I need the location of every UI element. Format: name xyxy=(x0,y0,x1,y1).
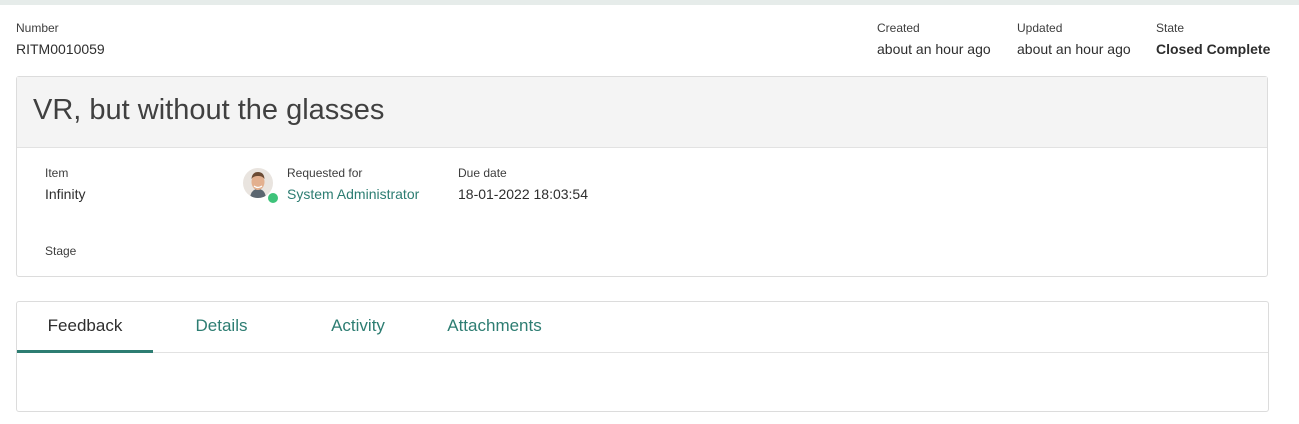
updated-label: Updated xyxy=(1017,21,1063,35)
tab-attachments[interactable]: Attachments xyxy=(426,302,563,352)
page-title: VR, but without the glasses xyxy=(33,94,385,126)
tab-feedback[interactable]: Feedback xyxy=(17,302,153,353)
card-header: VR, but without the glasses xyxy=(17,77,1267,148)
due-date-label: Due date xyxy=(458,166,507,180)
number-value: RITM0010059 xyxy=(16,41,105,57)
state-label: State xyxy=(1156,21,1185,35)
created-value: about an hour ago xyxy=(877,41,991,57)
due-date-value: 18-01-2022 18:03:54 xyxy=(458,186,588,202)
request-card: VR, but without the glasses Item Infinit… xyxy=(16,76,1268,277)
item-label: Item xyxy=(45,166,69,180)
tab-content xyxy=(17,353,1268,411)
stage-label: Stage xyxy=(45,244,77,258)
number-label: Number xyxy=(16,21,59,35)
created-label: Created xyxy=(877,21,920,35)
state-value: Closed Complete xyxy=(1156,41,1271,57)
tab-details[interactable]: Details xyxy=(153,302,290,352)
tab-bar: Feedback Details Activity Attachments xyxy=(17,302,1268,353)
requested-for-label: Requested for xyxy=(287,166,363,180)
updated-value: about an hour ago xyxy=(1017,41,1131,57)
tabs-panel: Feedback Details Activity Attachments xyxy=(16,301,1269,412)
top-strip xyxy=(0,0,1299,5)
presence-indicator xyxy=(267,192,279,204)
tab-activity[interactable]: Activity xyxy=(290,302,426,352)
item-value: Infinity xyxy=(45,186,86,202)
requested-for-link[interactable]: System Administrator xyxy=(287,186,419,202)
